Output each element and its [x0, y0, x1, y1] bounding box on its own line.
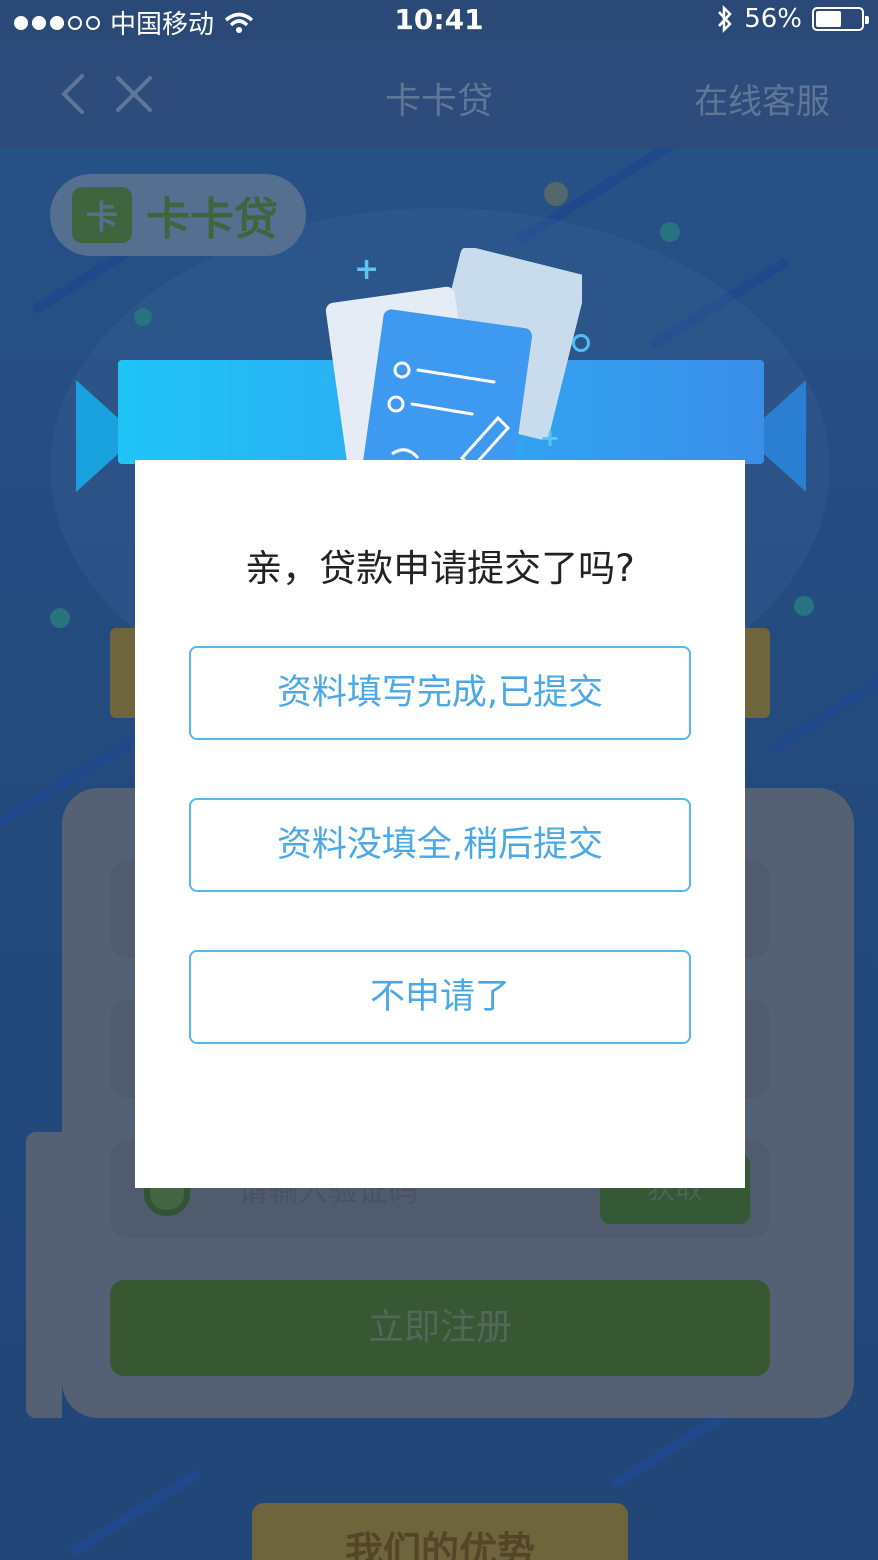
status-right: 56%: [716, 4, 869, 34]
battery-icon: [812, 7, 869, 31]
sparkle-ring-icon: [572, 334, 590, 352]
online-service-link[interactable]: 在线客服: [694, 74, 830, 123]
bluetooth-icon: [718, 4, 732, 34]
battery-fill: [816, 11, 841, 27]
submission-modal: 亲，贷款申请提交了吗? 资料填写完成,已提交 资料没填全,稍后提交 不申请了: [135, 460, 745, 1188]
option-submit-later-button[interactable]: 资料没填全,稍后提交: [189, 798, 691, 892]
option-not-applying-button[interactable]: 不申请了: [189, 950, 691, 1044]
battery-percent: 56%: [744, 4, 802, 34]
sparkle-plus-icon: +: [354, 252, 380, 287]
option-submitted-button[interactable]: 资料填写完成,已提交: [189, 646, 691, 740]
status-bar: 中国移动 10:41 56%: [0, 0, 878, 40]
modal-title: 亲，贷款申请提交了吗?: [245, 547, 635, 590]
sparkle-plus-icon: +: [540, 424, 561, 452]
nav-bar: 卡卡贷 在线客服: [0, 40, 878, 148]
